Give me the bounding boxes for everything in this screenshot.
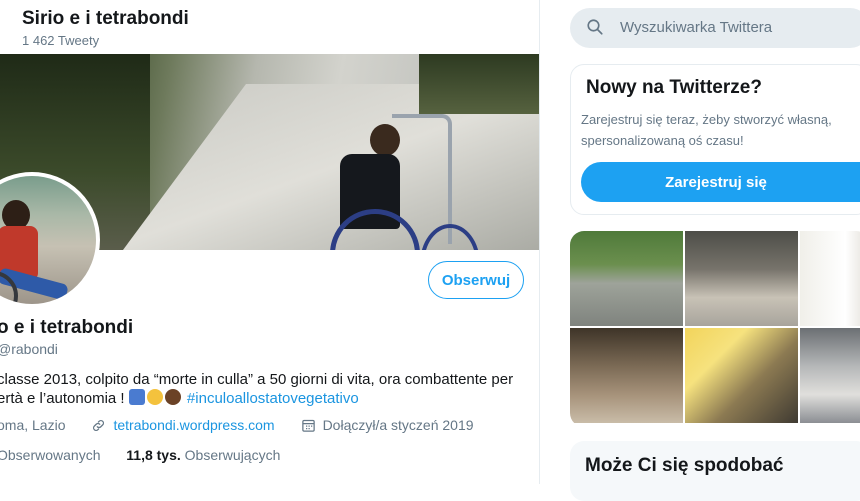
- profile-joined-date: Dołączył/a styczeń 2019: [322, 417, 474, 433]
- signup-button[interactable]: Zarejestruj się: [581, 162, 860, 202]
- profile-website-link[interactable]: tetrabondi.wordpress.com: [113, 417, 274, 433]
- profile-bio: classe 2013, colpito da “morte in culla”…: [0, 370, 537, 408]
- bio-line-2: ertà e l’autonomia ! #inculoallostatoveg…: [0, 389, 359, 407]
- media-thumbnail[interactable]: [685, 231, 798, 326]
- bio-hashtag-link[interactable]: #inculoallostatovegetativo: [187, 390, 359, 407]
- calendar-icon: [301, 419, 315, 432]
- new-to-twitter-text: Zarejestruj się teraz, żeby stworzyć wła…: [581, 112, 832, 148]
- profile-stats: Obserwowanych 11,8 tys. Obserwujących: [0, 447, 280, 463]
- media-thumbnail[interactable]: [570, 328, 683, 423]
- you-might-like-title: Może Ci się spodobać: [585, 455, 784, 476]
- profile-display-name: o e i tetrabondi: [0, 317, 134, 338]
- media-thumbnail[interactable]: [685, 328, 798, 423]
- media-thumbnail[interactable]: [570, 231, 683, 326]
- you-might-like-card: Może Ci się spodobać: [570, 441, 860, 501]
- following-link[interactable]: Obserwowanych: [0, 447, 101, 463]
- bio-line-1: classe 2013, colpito da “morte in culla”…: [0, 371, 514, 388]
- media-grid: [570, 231, 860, 427]
- search-icon: [587, 19, 603, 35]
- profile-column: Sirio e i tetrabondi 1 462 Tweety Obserw…: [0, 0, 540, 484]
- profile-handle: @rabondi: [0, 341, 58, 357]
- profile-location: oma, Lazio: [0, 417, 66, 433]
- raised-fist-emoji-icon: [146, 389, 163, 405]
- raised-fist-dark-emoji-icon: [164, 389, 181, 405]
- followers-label[interactable]: Obserwujących: [185, 447, 281, 463]
- search-box[interactable]: Wyszukiwarka Twittera: [570, 8, 860, 48]
- search-input[interactable]: Wyszukiwarka Twittera: [620, 19, 772, 36]
- new-to-twitter-title: Nowy na Twitterze?: [586, 77, 762, 98]
- follow-button[interactable]: Obserwuj: [428, 261, 524, 299]
- link-icon: [93, 419, 105, 431]
- followers-count[interactable]: 11,8 tys.: [126, 447, 181, 463]
- profile-header: Sirio e i tetrabondi 1 462 Tweety: [0, 0, 539, 54]
- header-name: Sirio e i tetrabondi: [22, 8, 189, 29]
- new-to-twitter-card: Nowy na Twitterze? Zarejestruj się teraz…: [570, 64, 860, 215]
- profile-meta: oma, Lazio tetrabondi.wordpress.com Dołą…: [0, 417, 490, 433]
- header-tweet-count: 1 462 Tweety: [22, 33, 100, 48]
- media-thumbnail[interactable]: [800, 328, 860, 423]
- media-thumbnail[interactable]: [800, 231, 860, 326]
- wheelchair-emoji-icon: [128, 389, 145, 405]
